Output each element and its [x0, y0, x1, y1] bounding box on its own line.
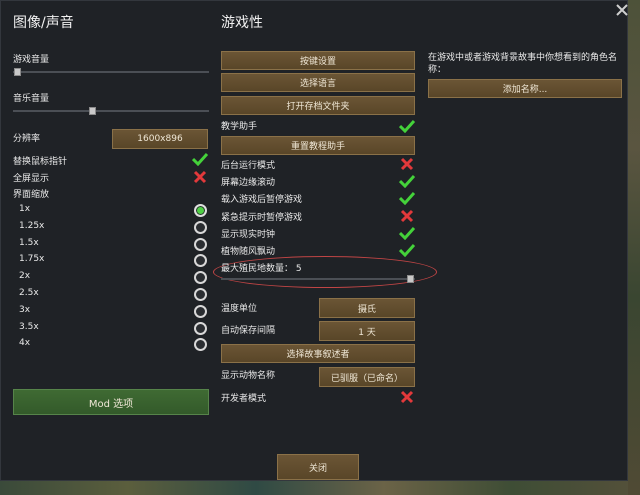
game-volume-slider[interactable]	[13, 71, 209, 73]
ui-scale-option-label: 1.5x	[19, 237, 39, 248]
max-colonies-slider[interactable]	[221, 278, 415, 280]
names-description: 在游戏中或者游戏背景故事中你想看到的角色名称：	[428, 53, 618, 75]
ui-scale-radio[interactable]	[194, 254, 207, 268]
ui-scale-option-label: 1.25x	[19, 220, 45, 231]
options-dialog: 图像/声音 游戏音量 音乐音量 分辨率 1600x896 替换鼠标指针 全屏显示…	[0, 0, 628, 481]
close-icon[interactable]	[615, 3, 629, 17]
ui-scale-radio[interactable]	[194, 220, 207, 234]
temp-unit-label: 温度单位	[221, 304, 258, 314]
game-volume-label: 游戏音量	[13, 55, 50, 65]
custom-cursor-label: 替换鼠标指针	[13, 157, 68, 167]
ui-scale-radio[interactable]	[194, 304, 207, 318]
game-volume-thumb[interactable]	[14, 68, 21, 76]
tutor-label: 教学助手	[221, 122, 258, 132]
toggle-label: 显示现实时钟	[221, 229, 276, 240]
tutor-check-icon[interactable]	[399, 119, 415, 133]
toggle-label: 载入游戏后暂停游戏	[221, 195, 303, 206]
keybindings-button[interactable]: 按键设置	[221, 51, 415, 70]
add-name-button[interactable]: 添加名称...	[428, 79, 622, 98]
toggle-check-icon[interactable]	[399, 243, 415, 257]
max-colonies-thumb[interactable]	[407, 275, 414, 283]
ui-scale-radio[interactable]	[194, 204, 207, 217]
mod-settings-button[interactable]: Mod 选项	[13, 389, 209, 415]
resolution-label: 分辨率	[13, 134, 41, 144]
ui-scale-option-label: 4x	[19, 338, 31, 349]
dev-mode-cross-icon[interactable]	[400, 390, 414, 404]
toggle-label: 后台运行模式	[221, 161, 276, 171]
toggle-label: 紧急提示时暂停游戏	[221, 212, 303, 223]
resolution-button[interactable]: 1600x896	[112, 129, 208, 149]
graphics-sound-title: 图像/声音	[13, 15, 74, 31]
toggle-check-icon[interactable]	[399, 226, 415, 240]
gameplay-title: 游戏性	[221, 15, 263, 31]
ui-scale-radio[interactable]	[194, 237, 207, 251]
temp-unit-button[interactable]: 摄氏	[319, 298, 415, 318]
animal-names-label: 显示动物名称	[221, 371, 276, 381]
choose-storyteller-button[interactable]: 选择故事叙述者	[221, 344, 415, 363]
ui-scale-option-label: 2x	[19, 271, 31, 282]
ui-scale-option-label: 1x	[19, 204, 31, 214]
toggle-cross-icon[interactable]	[400, 157, 414, 171]
close-button[interactable]: 关闭	[277, 454, 359, 480]
music-volume-thumb[interactable]	[89, 107, 96, 115]
ui-scale-radio[interactable]	[194, 288, 207, 301]
dev-mode-label: 开发者模式	[221, 394, 267, 404]
toggle-label: 屏幕边缘滚动	[221, 178, 276, 189]
choose-language-button[interactable]: 选择语言	[221, 73, 415, 92]
toggle-cross-icon[interactable]	[400, 209, 414, 223]
music-volume-label: 音乐音量	[13, 94, 50, 104]
open-save-folder-button[interactable]: 打开存档文件夹	[221, 96, 415, 115]
autosave-label: 自动保存间隔	[221, 326, 276, 336]
game-background-edge	[628, 0, 640, 495]
reset-tutor-button[interactable]: 重置教程助手	[221, 136, 415, 155]
toggle-check-icon[interactable]	[399, 174, 415, 189]
ui-scale-label: 界面缩放	[13, 190, 50, 200]
game-background-strip	[0, 481, 640, 495]
ui-scale-radio[interactable]	[194, 338, 207, 352]
custom-cursor-check-icon[interactable]	[192, 152, 208, 166]
autosave-button[interactable]: 1 天	[319, 321, 415, 341]
animal-names-button[interactable]: 已驯服（已命名）	[319, 367, 415, 387]
ui-scale-option-label: 3.5x	[19, 321, 39, 332]
toggle-label: 植物随风飘动	[221, 247, 276, 257]
ui-scale-option-label: 1.75x	[19, 254, 45, 265]
fullscreen-label: 全屏显示	[13, 174, 50, 184]
ui-scale-radio[interactable]	[194, 321, 207, 335]
toggle-check-icon[interactable]	[399, 191, 415, 206]
ui-scale-option-label: 3x	[19, 304, 31, 315]
max-colonies-label: 最大殖民地数量： 5	[221, 264, 302, 274]
music-volume-slider[interactable]	[13, 110, 209, 112]
ui-scale-radio[interactable]	[194, 271, 207, 285]
ui-scale-option-label: 2.5x	[19, 288, 39, 298]
fullscreen-cross-icon[interactable]	[193, 170, 207, 184]
